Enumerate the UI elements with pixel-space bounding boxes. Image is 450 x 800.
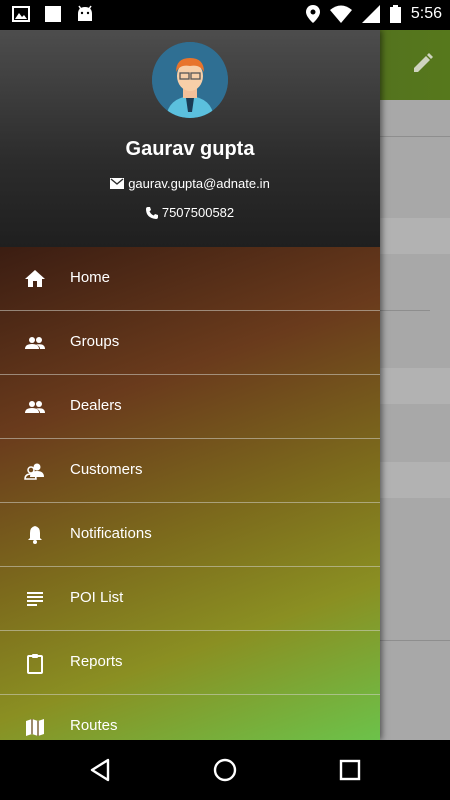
menu-item-label: Groups bbox=[70, 333, 120, 350]
home-icon bbox=[25, 270, 45, 287]
location-icon bbox=[305, 5, 320, 23]
wifi-icon bbox=[329, 5, 352, 23]
menu-item-label: Customers bbox=[70, 461, 143, 478]
dealers-icon bbox=[25, 401, 45, 413]
square-icon bbox=[45, 6, 61, 22]
avatar[interactable] bbox=[152, 42, 228, 118]
map-icon bbox=[26, 719, 44, 736]
menu-item-customers[interactable]: Customers bbox=[0, 439, 380, 503]
phone-icon bbox=[145, 206, 158, 219]
back-icon[interactable] bbox=[86, 756, 114, 784]
background-divider bbox=[380, 640, 450, 641]
menu-item-label: Routes bbox=[70, 717, 118, 734]
menu-item-label: Dealers bbox=[70, 397, 122, 414]
user-name: Gaurav gupta bbox=[125, 138, 255, 160]
background-divider bbox=[380, 310, 430, 311]
navigation-bar bbox=[0, 740, 450, 800]
user-avatar-icon bbox=[152, 42, 228, 118]
user-email: gaurav.gupta@adnate.in bbox=[128, 176, 270, 191]
signal-icon bbox=[361, 5, 380, 23]
background-section bbox=[380, 368, 450, 404]
menu-item-reports[interactable]: Reports bbox=[0, 631, 380, 695]
menu-item-groups[interactable]: Groups bbox=[0, 311, 380, 375]
menu-item-notifications[interactable]: Notifications bbox=[0, 503, 380, 567]
clipboard-icon bbox=[27, 654, 43, 674]
menu-item-label: Reports bbox=[70, 653, 123, 670]
menu-item-label: Notifications bbox=[70, 525, 152, 542]
image-icon bbox=[12, 6, 30, 22]
battery-icon bbox=[389, 5, 401, 23]
menu-item-label: POI List bbox=[70, 589, 124, 606]
home-circle-icon[interactable] bbox=[211, 756, 239, 784]
user-phone: 7507500582 bbox=[161, 205, 235, 220]
status-time: 5:56 bbox=[410, 5, 442, 22]
email-icon bbox=[110, 178, 125, 189]
customers-icon bbox=[24, 463, 44, 480]
drawer-header: Gaurav gupta gaurav.gupta@adnate.in 7507… bbox=[0, 30, 380, 247]
android-icon bbox=[78, 5, 92, 21]
drawer-menu: Home Groups Dealers Customers Notificati… bbox=[0, 247, 380, 740]
user-email-row: gaurav.gupta@adnate.in bbox=[0, 176, 380, 191]
navigation-drawer: Gaurav gupta gaurav.gupta@adnate.in 7507… bbox=[0, 30, 380, 740]
groups-icon bbox=[25, 337, 45, 349]
status-bar: 5:56 bbox=[0, 0, 450, 30]
background-section bbox=[380, 462, 450, 498]
user-phone-row: 7507500582 bbox=[0, 205, 380, 220]
menu-item-label: Home bbox=[70, 269, 111, 286]
list-icon bbox=[27, 592, 43, 606]
menu-item-poi-list[interactable]: POI List bbox=[0, 567, 380, 631]
background-divider bbox=[380, 136, 450, 137]
menu-item-dealers[interactable]: Dealers bbox=[0, 375, 380, 439]
menu-item-home[interactable]: Home bbox=[0, 247, 380, 311]
recents-icon[interactable] bbox=[336, 756, 364, 784]
bell-icon bbox=[28, 526, 42, 544]
edit-icon[interactable] bbox=[412, 52, 434, 74]
background-section bbox=[380, 218, 450, 254]
menu-item-routes[interactable]: Routes bbox=[0, 695, 380, 740]
